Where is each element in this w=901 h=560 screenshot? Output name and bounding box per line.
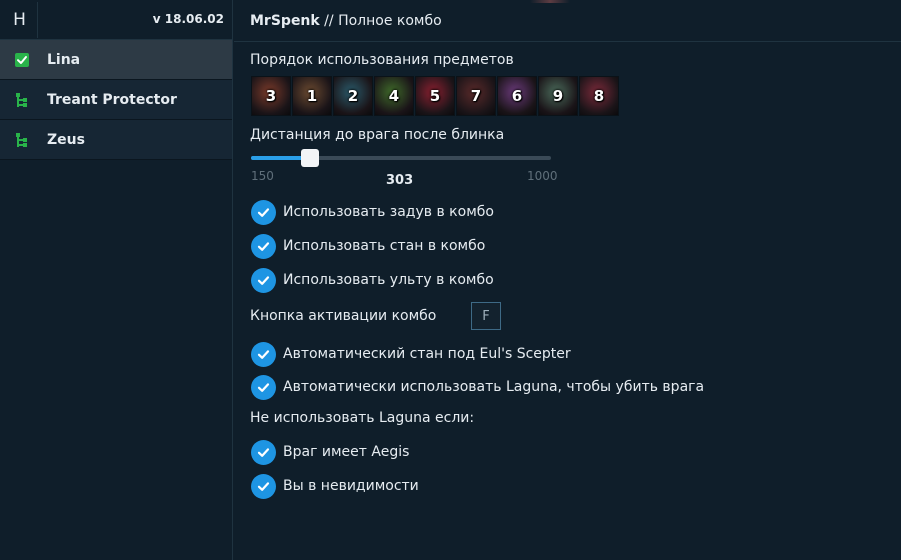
item-order-number: 1	[306, 87, 318, 105]
items-order-label: Порядок использования предметов	[250, 52, 514, 68]
blink-distance-label: Дистанция до врага после блинка	[250, 127, 505, 143]
items-order-list: 3 1 2 4 5 7 6 9 8	[251, 76, 619, 116]
checkbox-use-ultimate[interactable]: Использовать ульту в комбо	[251, 267, 494, 293]
item-order-number: 9	[552, 87, 564, 105]
laguna-conditions-label: Не использовать Laguna если:	[250, 410, 475, 426]
item-order-number: 6	[511, 87, 523, 105]
check-icon	[251, 341, 276, 367]
sidebar-item-zeus[interactable]: Zeus	[0, 120, 232, 160]
item-tile[interactable]: 2	[333, 76, 373, 116]
item-tile[interactable]: 5	[415, 76, 455, 116]
section-title: Полное комбо	[338, 13, 442, 29]
green-check-icon	[15, 52, 29, 67]
checkbox-label: Враг имеет Aegis	[283, 444, 410, 460]
checkbox-use-stun[interactable]: Использовать стан в комбо	[251, 233, 485, 259]
main-header: MrSpenk // Полное комбо	[234, 0, 901, 42]
checkbox-label: Автоматический стан под Eul's Scepter	[283, 346, 571, 362]
check-icon	[251, 439, 276, 465]
sidebar-item-lina[interactable]: Lina	[0, 40, 232, 80]
sidebar: H v 18.06.02 Lina Treant Protector Zeus	[0, 0, 233, 560]
sidebar-item-label: Treant Protector	[47, 91, 177, 108]
checkbox-you-invisible[interactable]: Вы в невидимости	[251, 473, 419, 499]
slider-fill	[251, 156, 305, 160]
sidebar-item-label: Zeus	[47, 131, 85, 148]
item-order-number: 4	[388, 87, 400, 105]
item-order-number: 7	[470, 87, 482, 105]
checkbox-auto-laguna[interactable]: Автоматически использовать Laguna, чтобы…	[251, 374, 704, 400]
checkbox-label: Использовать стан в комбо	[283, 238, 486, 254]
item-tile[interactable]: 9	[538, 76, 578, 116]
checkbox-label: Автоматически использовать Laguna, чтобы…	[283, 379, 705, 395]
check-icon	[251, 267, 276, 293]
slider-min-label: 150	[251, 169, 274, 183]
item-tile[interactable]: 8	[579, 76, 619, 116]
author-name: MrSpenk	[250, 13, 320, 29]
combo-key-button[interactable]: F	[471, 302, 501, 330]
item-tile[interactable]: 1	[292, 76, 332, 116]
checkbox-label: Использовать ульту в комбо	[283, 272, 494, 288]
check-icon	[251, 199, 276, 225]
logo: H	[2, 2, 38, 38]
item-order-number: 8	[593, 87, 605, 105]
checkbox-auto-stun-euls[interactable]: Автоматический стан под Eul's Scepter	[251, 341, 571, 367]
version-label: v 18.06.02	[152, 12, 224, 26]
tree-icon	[15, 92, 29, 107]
sidebar-item-label: Lina	[47, 51, 81, 68]
checkbox-enemy-has-aegis[interactable]: Враг имеет Aegis	[251, 439, 409, 465]
title-separator: //	[319, 13, 339, 29]
combo-key-label: Кнопка активации комбо	[250, 308, 437, 324]
tree-icon	[15, 132, 29, 147]
checkbox-use-blowout[interactable]: Использовать задув в комбо	[251, 199, 494, 225]
sidebar-header: H v 18.06.02	[0, 0, 232, 40]
check-icon	[251, 233, 276, 259]
sidebar-item-treant-protector[interactable]: Treant Protector	[0, 80, 232, 120]
checkbox-label: Использовать задув в комбо	[283, 204, 494, 220]
item-order-number: 3	[265, 87, 277, 105]
item-order-number: 5	[429, 87, 441, 105]
page-title: MrSpenk // Полное комбо	[250, 13, 442, 29]
item-tile[interactable]: 4	[374, 76, 414, 116]
blink-distance-slider[interactable]	[251, 156, 551, 160]
item-order-number: 2	[347, 87, 359, 105]
check-icon	[251, 374, 276, 400]
slider-max-label: 1000	[527, 169, 558, 183]
slider-thumb[interactable]	[301, 149, 319, 167]
check-icon	[251, 473, 276, 499]
item-tile[interactable]: 3	[251, 76, 291, 116]
item-tile[interactable]: 7	[456, 76, 496, 116]
checkbox-label: Вы в невидимости	[283, 478, 419, 494]
item-tile[interactable]: 6	[497, 76, 537, 116]
slider-value-label: 303	[386, 173, 414, 188]
